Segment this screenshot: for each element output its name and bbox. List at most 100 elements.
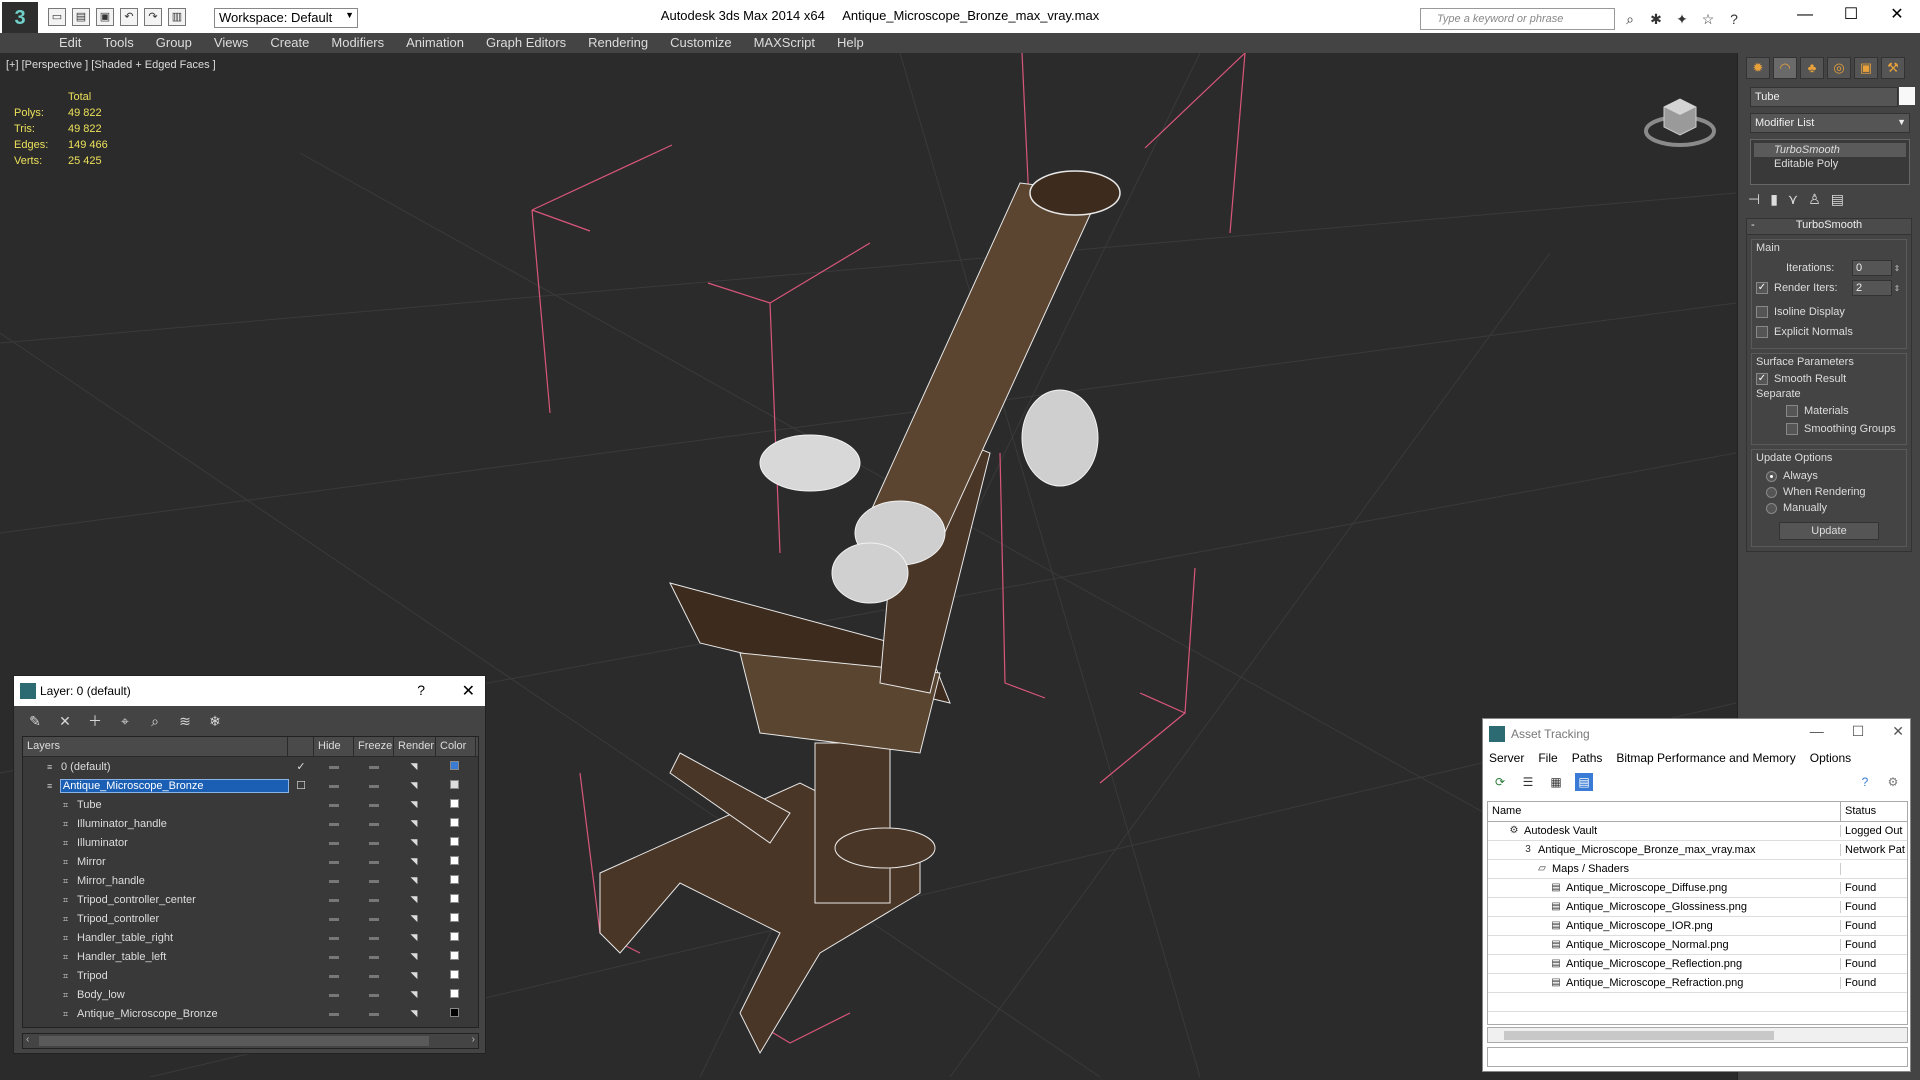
modify-tab-icon[interactable]: ◠ <box>1773 57 1797 79</box>
layer-color-swatch[interactable] <box>434 931 474 944</box>
layer-row[interactable]: ⌗ Handler_table_right ▬ ▬ ◥ <box>23 928 478 947</box>
layer-color-swatch[interactable] <box>434 1007 474 1020</box>
layer-color-swatch[interactable] <box>434 969 474 982</box>
menu-graph-editors[interactable]: Graph Editors <box>475 33 577 53</box>
highlight-layer-icon[interactable]: ⌕ <box>146 712 164 730</box>
hide-toggle-icon[interactable]: ▬ <box>314 856 354 867</box>
asset-row[interactable]: ▤ Antique_Microscope_Normal.png Found <box>1488 936 1907 955</box>
search-input[interactable]: Type a keyword or phrase <box>1420 8 1615 30</box>
minimize-icon[interactable]: — <box>1810 723 1824 740</box>
freeze-toggle-icon[interactable]: ▬ <box>354 818 394 829</box>
layer-name[interactable]: Tripod_controller <box>77 913 159 925</box>
asset-horizontal-scrollbar[interactable] <box>1487 1027 1908 1043</box>
col-name[interactable]: Name <box>1488 802 1841 821</box>
maximize-icon[interactable]: ☐ <box>1828 0 1874 30</box>
layer-row[interactable]: ⌗ Illuminator_handle ▬ ▬ ◥ <box>23 814 478 833</box>
hide-toggle-icon[interactable]: ▬ <box>314 780 354 791</box>
close-icon[interactable]: ✕ <box>1892 723 1904 740</box>
display-tab-icon[interactable]: ▣ <box>1854 57 1878 79</box>
col-layers[interactable]: Layers <box>23 737 288 756</box>
explicit-normals-checkbox[interactable] <box>1756 326 1768 338</box>
close-icon[interactable]: ✕ <box>1874 0 1920 30</box>
asset-window-titlebar[interactable]: Asset Tracking — ☐ ✕ <box>1483 719 1910 749</box>
layer-color-swatch[interactable] <box>434 950 474 963</box>
update-button[interactable]: Update <box>1779 522 1879 540</box>
modifier-list-dropdown[interactable]: Modifier List ▼ <box>1750 113 1910 133</box>
freeze-toggle-icon[interactable]: ▬ <box>354 799 394 810</box>
hide-toggle-icon[interactable]: ▬ <box>314 913 354 924</box>
menu-maxscript[interactable]: MAXScript <box>743 33 826 53</box>
render-toggle-icon[interactable]: ◥ <box>394 837 434 848</box>
freeze-toggle-icon[interactable]: ▬ <box>354 1008 394 1019</box>
layer-name[interactable]: Handler_table_right <box>77 932 173 944</box>
object-name-field[interactable]: Tube <box>1750 87 1898 107</box>
menu-customize[interactable]: Customize <box>659 33 742 53</box>
freeze-toggle-icon[interactable]: ▬ <box>354 837 394 848</box>
render-toggle-icon[interactable]: ◥ <box>394 780 434 791</box>
render-toggle-icon[interactable]: ◥ <box>394 894 434 905</box>
pin-stack-icon[interactable]: ⊣ <box>1748 191 1760 208</box>
minimize-icon[interactable]: — <box>1782 0 1828 30</box>
object-color-swatch[interactable] <box>1899 87 1915 105</box>
asset-row[interactable]: ▤ Antique_Microscope_Glossiness.png Found <box>1488 898 1907 917</box>
motion-tab-icon[interactable]: ◎ <box>1827 57 1851 79</box>
layer-row[interactable]: ⌗ Tripod_controller ▬ ▬ ◥ <box>23 909 478 928</box>
always-radio[interactable] <box>1766 470 1777 482</box>
layer-row[interactable]: ⌗ Tube ▬ ▬ ◥ <box>23 795 478 814</box>
scroll-right-icon[interactable]: › <box>472 1034 475 1045</box>
scroll-left-icon[interactable]: ‹ <box>26 1034 29 1045</box>
asset-row[interactable]: ⚙ Autodesk Vault Logged Out <box>1488 822 1907 841</box>
viewcube-icon[interactable] <box>1640 87 1720 151</box>
layer-name[interactable]: 0 (default) <box>61 761 111 773</box>
render-toggle-icon[interactable]: ◥ <box>394 875 434 886</box>
layer-name[interactable]: Illuminator <box>77 837 128 849</box>
close-icon[interactable]: ✕ <box>462 681 475 701</box>
scroll-thumb[interactable] <box>39 1036 429 1046</box>
freeze-toggle-icon[interactable]: ▬ <box>354 761 394 772</box>
delete-layer-icon[interactable]: ✕ <box>56 712 74 730</box>
layer-name[interactable]: Illuminator_handle <box>77 818 167 830</box>
layer-color-swatch[interactable] <box>434 817 474 830</box>
viewport-label[interactable]: [+] [Perspective ] [Shaded + Edged Faces… <box>6 59 216 71</box>
freeze-all-layers-icon[interactable]: ❄ <box>206 712 224 730</box>
maximize-icon[interactable]: ☐ <box>1852 723 1865 740</box>
layer-color-swatch[interactable] <box>434 855 474 868</box>
col-hide[interactable]: Hide <box>314 737 354 756</box>
layer-row[interactable]: ⌗ Handler_table_left ▬ ▬ ◥ <box>23 947 478 966</box>
render-toggle-icon[interactable]: ◥ <box>394 799 434 810</box>
layer-name[interactable]: Mirror <box>77 856 106 868</box>
show-end-result-icon[interactable]: ▮ <box>1770 191 1778 208</box>
help-icon[interactable]: ? <box>1724 9 1744 29</box>
layer-row[interactable]: ⌗ Illuminator ▬ ▬ ◥ <box>23 833 478 852</box>
current-layer-checkbox[interactable]: ☐ <box>288 779 314 792</box>
layer-color-swatch[interactable] <box>434 760 474 773</box>
asset-row[interactable]: ▤ Antique_Microscope_IOR.png Found <box>1488 917 1907 936</box>
hide-all-layers-icon[interactable]: ≋ <box>176 712 194 730</box>
hide-toggle-icon[interactable]: ▬ <box>314 932 354 943</box>
spinner-icon[interactable]: ⇕ <box>1892 284 1902 293</box>
microscope-model[interactable] <box>599 170 1121 1055</box>
create-tab-icon[interactable]: ✹ <box>1746 57 1770 79</box>
render-toggle-icon[interactable]: ◥ <box>394 989 434 1000</box>
asset-menu-options[interactable]: Options <box>1810 751 1851 767</box>
select-objects-icon[interactable]: ⌖ <box>116 712 134 730</box>
add-to-layer-icon[interactable]: ＋ <box>86 712 104 730</box>
layer-name[interactable]: Tube <box>77 799 102 811</box>
menu-tools[interactable]: Tools <box>92 33 144 53</box>
freeze-toggle-icon[interactable]: ▬ <box>354 913 394 924</box>
freeze-toggle-icon[interactable]: ▬ <box>354 856 394 867</box>
render-toggle-icon[interactable]: ◥ <box>394 761 434 772</box>
render-toggle-icon[interactable]: ◥ <box>394 913 434 924</box>
utilities-tab-icon[interactable]: ⚒ <box>1881 57 1905 79</box>
smoothing-groups-checkbox[interactable] <box>1786 423 1798 435</box>
render-iters-input[interactable]: 2 <box>1852 280 1892 296</box>
freeze-toggle-icon[interactable]: ▬ <box>354 875 394 886</box>
layer-color-swatch[interactable] <box>434 779 474 792</box>
layer-color-swatch[interactable] <box>434 988 474 1001</box>
asset-menu-file[interactable]: File <box>1538 751 1557 767</box>
help-icon[interactable]: ? <box>1856 773 1874 791</box>
hide-toggle-icon[interactable]: ▬ <box>314 1008 354 1019</box>
horizontal-scrollbar[interactable]: ‹ › <box>22 1033 479 1049</box>
menu-edit[interactable]: Edit <box>48 33 92 53</box>
menu-create[interactable]: Create <box>259 33 320 53</box>
